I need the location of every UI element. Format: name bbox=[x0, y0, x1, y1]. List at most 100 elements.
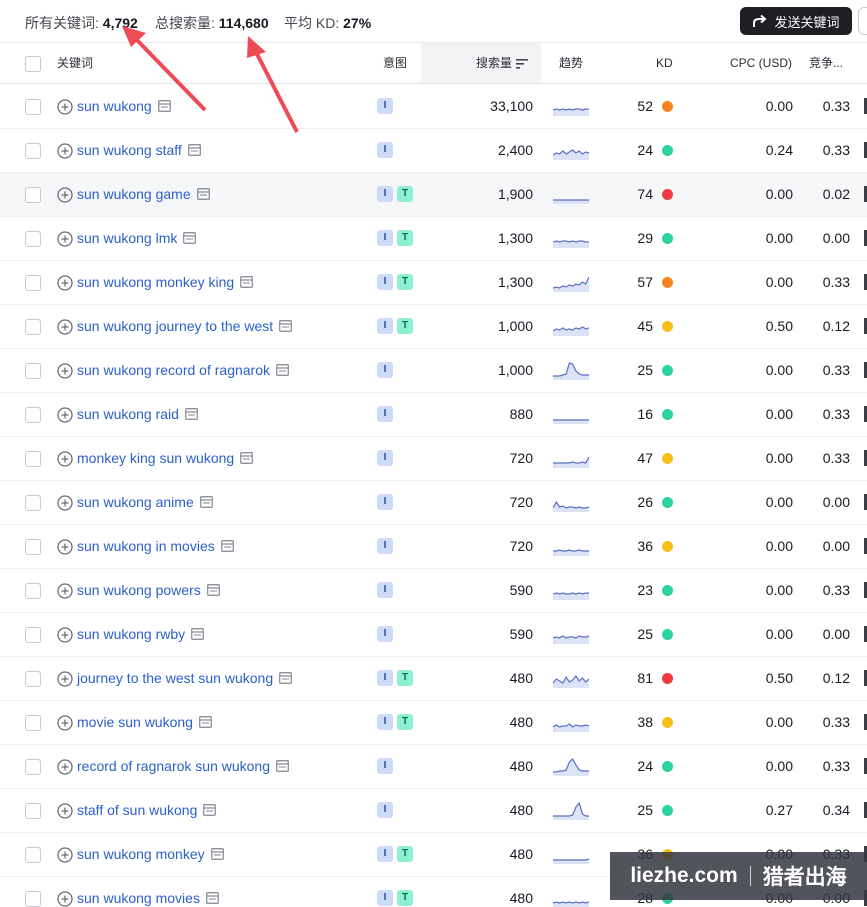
table-row[interactable]: sun wukong staff I 2,400 24 0.24 0.33 bbox=[0, 129, 867, 173]
keyword-text[interactable]: monkey king sun wukong bbox=[77, 450, 234, 466]
send-keywords-button[interactable]: 发送关键词 bbox=[740, 7, 852, 35]
row-checkbox[interactable] bbox=[25, 671, 41, 687]
row-checkbox[interactable] bbox=[25, 187, 41, 203]
keyword-link[interactable]: monkey king sun wukong bbox=[77, 450, 254, 466]
table-row[interactable]: sun wukong I 33,100 52 0.00 0.33 bbox=[0, 85, 867, 129]
row-checkbox[interactable] bbox=[25, 583, 41, 599]
table-row[interactable]: sun wukong game I T 1,900 74 0.00 0.02 bbox=[0, 173, 867, 217]
add-to-list-icon[interactable] bbox=[57, 143, 73, 159]
add-to-list-icon[interactable] bbox=[57, 583, 73, 599]
keyword-text[interactable]: sun wukong movies bbox=[77, 890, 200, 906]
column-kd[interactable]: KD bbox=[656, 43, 673, 83]
add-to-list-icon[interactable] bbox=[57, 539, 73, 555]
keyword-text[interactable]: movie sun wukong bbox=[77, 714, 193, 730]
column-keyword[interactable]: 关键词 bbox=[57, 43, 93, 83]
column-competition[interactable]: 竞争... bbox=[809, 43, 843, 83]
table-row[interactable]: staff of sun wukong I 480 25 0.27 0.34 bbox=[0, 789, 867, 833]
keyword-link[interactable]: sun wukong rwby bbox=[77, 626, 205, 642]
add-to-list-icon[interactable] bbox=[57, 803, 73, 819]
add-to-list-icon[interactable] bbox=[57, 847, 73, 863]
row-checkbox[interactable] bbox=[25, 407, 41, 423]
keyword-link[interactable]: sun wukong bbox=[77, 98, 171, 114]
keyword-text[interactable]: sun wukong record of ragnarok bbox=[77, 362, 270, 378]
keyword-text[interactable]: journey to the west sun wukong bbox=[77, 670, 273, 686]
add-to-list-icon[interactable] bbox=[57, 759, 73, 775]
keyword-text[interactable]: sun wukong game bbox=[77, 186, 191, 202]
keyword-text[interactable]: sun wukong in movies bbox=[77, 538, 215, 554]
serp-preview-icon[interactable] bbox=[185, 408, 198, 420]
table-row[interactable]: sun wukong monkey king I T 1,300 57 0.00 0.33 bbox=[0, 261, 867, 305]
table-row[interactable]: movie sun wukong I T 480 38 0.00 0.33 bbox=[0, 701, 867, 745]
serp-preview-icon[interactable] bbox=[220, 540, 234, 552]
keyword-link[interactable]: sun wukong movies bbox=[77, 890, 219, 906]
table-row[interactable]: sun wukong anime I 720 26 0.00 0.00 bbox=[0, 481, 867, 525]
row-checkbox[interactable] bbox=[25, 891, 41, 907]
table-row[interactable]: journey to the west sun wukong I T 480 81 0.5… bbox=[0, 657, 867, 701]
serp-preview-icon[interactable] bbox=[199, 716, 212, 728]
keyword-text[interactable]: sun wukong journey to the west bbox=[77, 318, 273, 334]
add-to-list-icon[interactable] bbox=[57, 891, 73, 907]
keyword-link[interactable]: sun wukong powers bbox=[77, 582, 220, 598]
add-to-list-icon[interactable] bbox=[57, 627, 73, 643]
table-row[interactable]: sun wukong lmk I T 1,300 29 0.00 0.00 bbox=[0, 217, 867, 261]
keyword-link[interactable]: journey to the west sun wukong bbox=[77, 670, 293, 686]
serp-preview-icon[interactable] bbox=[157, 100, 171, 112]
table-row[interactable]: sun wukong raid I 880 16 0.00 0.33 bbox=[0, 393, 867, 437]
sort-descending-icon[interactable] bbox=[516, 58, 529, 69]
serp-preview-icon[interactable] bbox=[276, 760, 289, 772]
keyword-text[interactable]: staff of sun wukong bbox=[77, 802, 197, 818]
add-to-list-icon[interactable] bbox=[57, 407, 73, 423]
keyword-link[interactable]: sun wukong record of ragnarok bbox=[77, 362, 289, 378]
keyword-link[interactable]: sun wukong staff bbox=[77, 142, 201, 158]
keyword-link[interactable]: staff of sun wukong bbox=[77, 802, 217, 818]
table-row[interactable]: record of ragnarok sun wukong I 480 24 0.00 0… bbox=[0, 745, 867, 789]
row-checkbox[interactable] bbox=[25, 495, 41, 511]
keyword-link[interactable]: record of ragnarok sun wukong bbox=[77, 758, 289, 774]
row-checkbox[interactable] bbox=[25, 715, 41, 731]
keyword-text[interactable]: sun wukong lmk bbox=[77, 230, 177, 246]
keyword-text[interactable]: sun wukong monkey bbox=[77, 846, 205, 862]
keyword-text[interactable]: sun wukong staff bbox=[77, 142, 182, 158]
column-cpc[interactable]: CPC (USD) bbox=[730, 43, 792, 83]
keyword-text[interactable]: sun wukong anime bbox=[77, 494, 194, 510]
row-checkbox[interactable] bbox=[25, 99, 41, 115]
row-checkbox[interactable] bbox=[25, 275, 41, 291]
row-checkbox[interactable] bbox=[25, 803, 41, 819]
table-row[interactable]: monkey king sun wukong I 720 47 0.00 0.33 bbox=[0, 437, 867, 481]
add-to-list-icon[interactable] bbox=[57, 363, 73, 379]
keyword-text[interactable]: sun wukong raid bbox=[77, 406, 179, 422]
column-volume[interactable]: 搜索量 bbox=[476, 43, 529, 83]
keyword-text[interactable]: sun wukong powers bbox=[77, 582, 201, 598]
add-to-list-icon[interactable] bbox=[57, 495, 73, 511]
row-checkbox[interactable] bbox=[25, 759, 41, 775]
table-row[interactable]: sun wukong powers I 590 23 0.00 0.33 bbox=[0, 569, 867, 613]
serp-preview-icon[interactable] bbox=[276, 364, 289, 376]
column-trend[interactable]: 趋势 bbox=[559, 43, 583, 83]
add-to-list-icon[interactable] bbox=[57, 671, 73, 687]
keyword-text[interactable]: sun wukong bbox=[77, 98, 152, 114]
add-to-list-icon[interactable] bbox=[57, 187, 73, 203]
row-checkbox[interactable] bbox=[25, 627, 41, 643]
keyword-link[interactable]: sun wukong anime bbox=[77, 494, 213, 510]
row-checkbox[interactable] bbox=[25, 363, 41, 379]
serp-preview-icon[interactable] bbox=[279, 672, 293, 684]
serp-preview-icon[interactable] bbox=[210, 848, 224, 860]
keyword-link[interactable]: movie sun wukong bbox=[77, 714, 212, 730]
keyword-link[interactable]: sun wukong monkey king bbox=[77, 274, 254, 290]
table-row[interactable]: sun wukong journey to the west I T 1,000 45 0… bbox=[0, 305, 867, 349]
serp-preview-icon[interactable] bbox=[183, 232, 197, 244]
keyword-link[interactable]: sun wukong lmk bbox=[77, 230, 197, 246]
serp-preview-icon[interactable] bbox=[240, 452, 254, 464]
table-row[interactable]: sun wukong in movies I 720 36 0.00 0.00 bbox=[0, 525, 867, 569]
row-checkbox[interactable] bbox=[25, 539, 41, 555]
add-to-list-icon[interactable] bbox=[57, 231, 73, 247]
serp-preview-icon[interactable] bbox=[196, 188, 210, 200]
keyword-text[interactable]: sun wukong rwby bbox=[77, 626, 185, 642]
row-checkbox[interactable] bbox=[25, 319, 41, 335]
keyword-link[interactable]: sun wukong game bbox=[77, 186, 210, 202]
row-checkbox[interactable] bbox=[25, 847, 41, 863]
add-to-list-icon[interactable] bbox=[57, 275, 73, 291]
row-checkbox[interactable] bbox=[25, 231, 41, 247]
more-options-button[interactable] bbox=[858, 7, 867, 35]
serp-preview-icon[interactable] bbox=[206, 892, 219, 904]
